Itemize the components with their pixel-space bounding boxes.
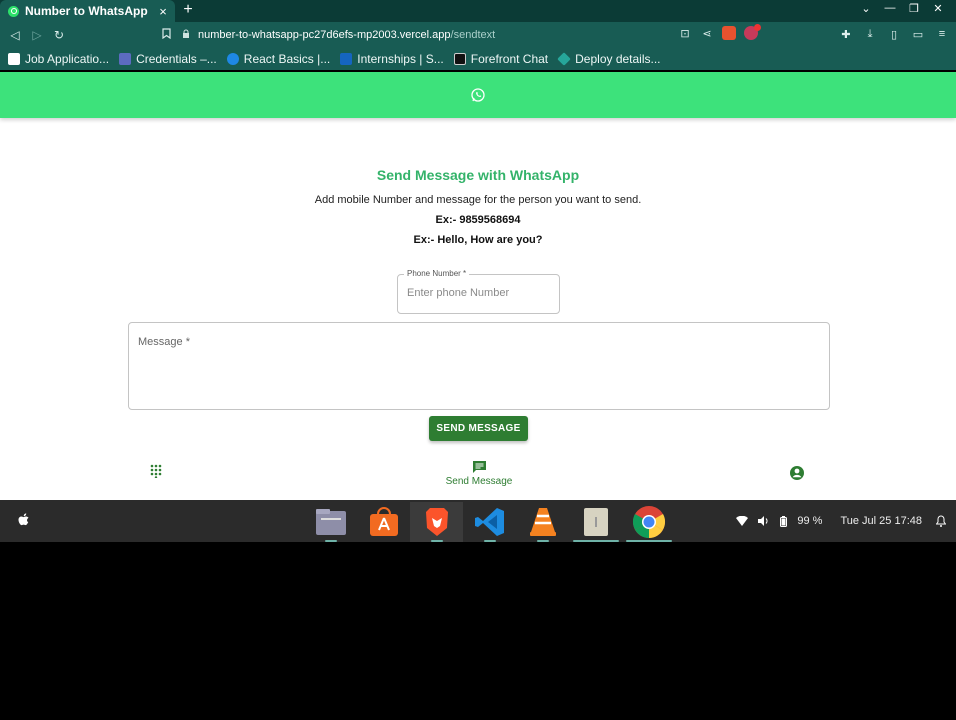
nav-send-message[interactable]: Send Message xyxy=(440,460,518,487)
new-tab-button[interactable]: + xyxy=(179,1,197,19)
files-icon xyxy=(315,509,346,535)
bookmark-label: Credentials –... xyxy=(136,52,217,66)
dock-archive[interactable] xyxy=(569,502,622,542)
bookmark-label: Job Applicatio... xyxy=(25,52,110,66)
bookmark-icon[interactable] xyxy=(155,28,177,42)
page-title: Send Message with WhatsApp xyxy=(376,167,580,183)
address-bar-actions: ⊡ ⋖ xyxy=(676,24,761,42)
message-input[interactable] xyxy=(138,353,818,403)
app-store-icon xyxy=(369,507,398,536)
back-icon[interactable]: ◁ xyxy=(4,28,26,42)
dialpad-icon xyxy=(150,464,162,478)
bookmarks-bar: Job Applicatio... Credentials –... React… xyxy=(0,48,956,70)
chevron-down-icon[interactable]: ⌄ xyxy=(854,2,878,15)
nav-send-message-label: Send Message xyxy=(445,476,513,487)
window-controls: ⌄ — ❐ ✕ xyxy=(854,2,950,15)
example-message: Ex:- Hello, How are you? xyxy=(413,234,543,246)
bookmark-icon xyxy=(340,53,353,65)
dock-files[interactable] xyxy=(304,502,357,542)
apple-menu-icon[interactable] xyxy=(17,512,31,528)
bookmark-icon xyxy=(453,53,466,65)
phone-number-field: Phone Number * xyxy=(397,269,560,314)
app-dock xyxy=(304,502,675,542)
brave-rewards-icon[interactable] xyxy=(742,24,761,42)
browser-tab-strip: Number to WhatsApp × + ⌄ — ❐ ✕ xyxy=(0,0,956,22)
volume-icon[interactable] xyxy=(758,516,770,526)
browser-right-tools: ✚ ⤓ ▯ ▭ ≡ xyxy=(836,24,952,44)
os-taskbar: 99 % Tue Jul 25 17:48 xyxy=(0,500,956,542)
archive-icon xyxy=(583,508,608,536)
bookmark-icon xyxy=(226,53,239,65)
bookmark-icon xyxy=(557,52,571,66)
bookmark-icon xyxy=(119,53,132,65)
app-header xyxy=(0,72,956,118)
bookmark-label: React Basics |... xyxy=(243,52,331,66)
wifi-icon[interactable] xyxy=(736,516,749,526)
message-label: Message * xyxy=(138,336,190,348)
browser-toolbar: ◁ ▷ ↻ number-to-whatsapp-pc27d6efs-mp200… xyxy=(0,22,956,48)
message-field: Message * xyxy=(128,322,830,410)
phone-number-label: Phone Number * xyxy=(404,269,470,278)
send-message-button[interactable]: SEND MESSAGE xyxy=(429,416,528,441)
install-icon[interactable]: ⊡ xyxy=(676,24,694,42)
bottom-navigation: Send Message xyxy=(0,452,956,500)
tab-title: Number to WhatsApp xyxy=(25,4,148,18)
dock-vlc[interactable] xyxy=(516,502,569,542)
vscode-icon xyxy=(474,508,504,536)
reload-icon[interactable]: ↻ xyxy=(48,28,70,42)
notification-bell-icon[interactable] xyxy=(936,515,946,527)
dock-app-store[interactable] xyxy=(357,502,410,542)
dock-vscode[interactable] xyxy=(463,502,516,542)
sidebar-icon[interactable]: ▯ xyxy=(884,24,904,44)
example-number: Ex:- 9859568694 xyxy=(435,214,521,226)
battery-percentage: 99 % xyxy=(797,515,823,527)
dock-brave[interactable] xyxy=(410,502,463,542)
nav-dialpad[interactable] xyxy=(150,464,162,478)
close-window-icon[interactable]: ✕ xyxy=(926,2,950,15)
bookmark-deploy-details[interactable]: Deploy details... xyxy=(557,52,661,66)
page-description: Add mobile Number and message for the pe… xyxy=(314,194,642,206)
bookmark-credentials[interactable]: Credentials –... xyxy=(119,52,217,66)
bookmark-label: Deploy details... xyxy=(575,52,661,66)
tab-close-icon[interactable]: × xyxy=(155,4,171,19)
forward-icon[interactable]: ▷ xyxy=(26,28,48,42)
account-circle-icon xyxy=(790,466,804,480)
bookmark-forefront-chat[interactable]: Forefront Chat xyxy=(453,52,549,66)
lock-icon xyxy=(182,29,192,41)
brave-shields-icon[interactable] xyxy=(720,24,738,42)
bookmark-label: Internships | S... xyxy=(357,52,444,66)
url-host: number-to-whatsapp-pc27d6efs-mp2003.verc… xyxy=(198,29,451,41)
wallet-icon[interactable]: ▭ xyxy=(908,24,928,44)
phone-number-input[interactable] xyxy=(407,287,552,299)
whatsapp-icon xyxy=(471,88,485,102)
vlc-icon xyxy=(529,508,556,536)
url-path: /sendtext xyxy=(450,29,496,41)
minimize-icon[interactable]: — xyxy=(878,2,902,15)
browser-tab[interactable]: Number to WhatsApp × xyxy=(0,0,175,22)
share-icon[interactable]: ⋖ xyxy=(698,24,716,42)
web-page: Send Message with WhatsApp Add mobile Nu… xyxy=(0,72,956,500)
bookmark-label: Forefront Chat xyxy=(470,52,549,66)
whatsapp-favicon-icon xyxy=(8,5,19,17)
menu-icon[interactable]: ≡ xyxy=(932,24,952,44)
download-icon[interactable]: ⤓ xyxy=(860,24,880,44)
dock-chrome[interactable] xyxy=(622,502,675,542)
battery-icon[interactable] xyxy=(780,515,788,527)
restore-icon[interactable]: ❐ xyxy=(902,2,926,15)
bookmark-internships[interactable]: Internships | S... xyxy=(340,52,444,66)
extensions-icon[interactable]: ✚ xyxy=(836,24,856,44)
system-tray: 99 % Tue Jul 25 17:48 xyxy=(736,500,956,542)
clock[interactable]: Tue Jul 25 17:48 xyxy=(840,515,922,527)
chrome-icon xyxy=(632,506,665,538)
empty-screen-area xyxy=(0,542,956,720)
chat-icon xyxy=(472,461,486,473)
bookmark-job-applications[interactable]: Job Applicatio... xyxy=(8,52,109,66)
brave-icon xyxy=(425,508,448,536)
nav-account[interactable] xyxy=(789,465,805,481)
bookmark-react-basics[interactable]: React Basics |... xyxy=(226,52,331,66)
bookmark-icon xyxy=(8,53,20,65)
